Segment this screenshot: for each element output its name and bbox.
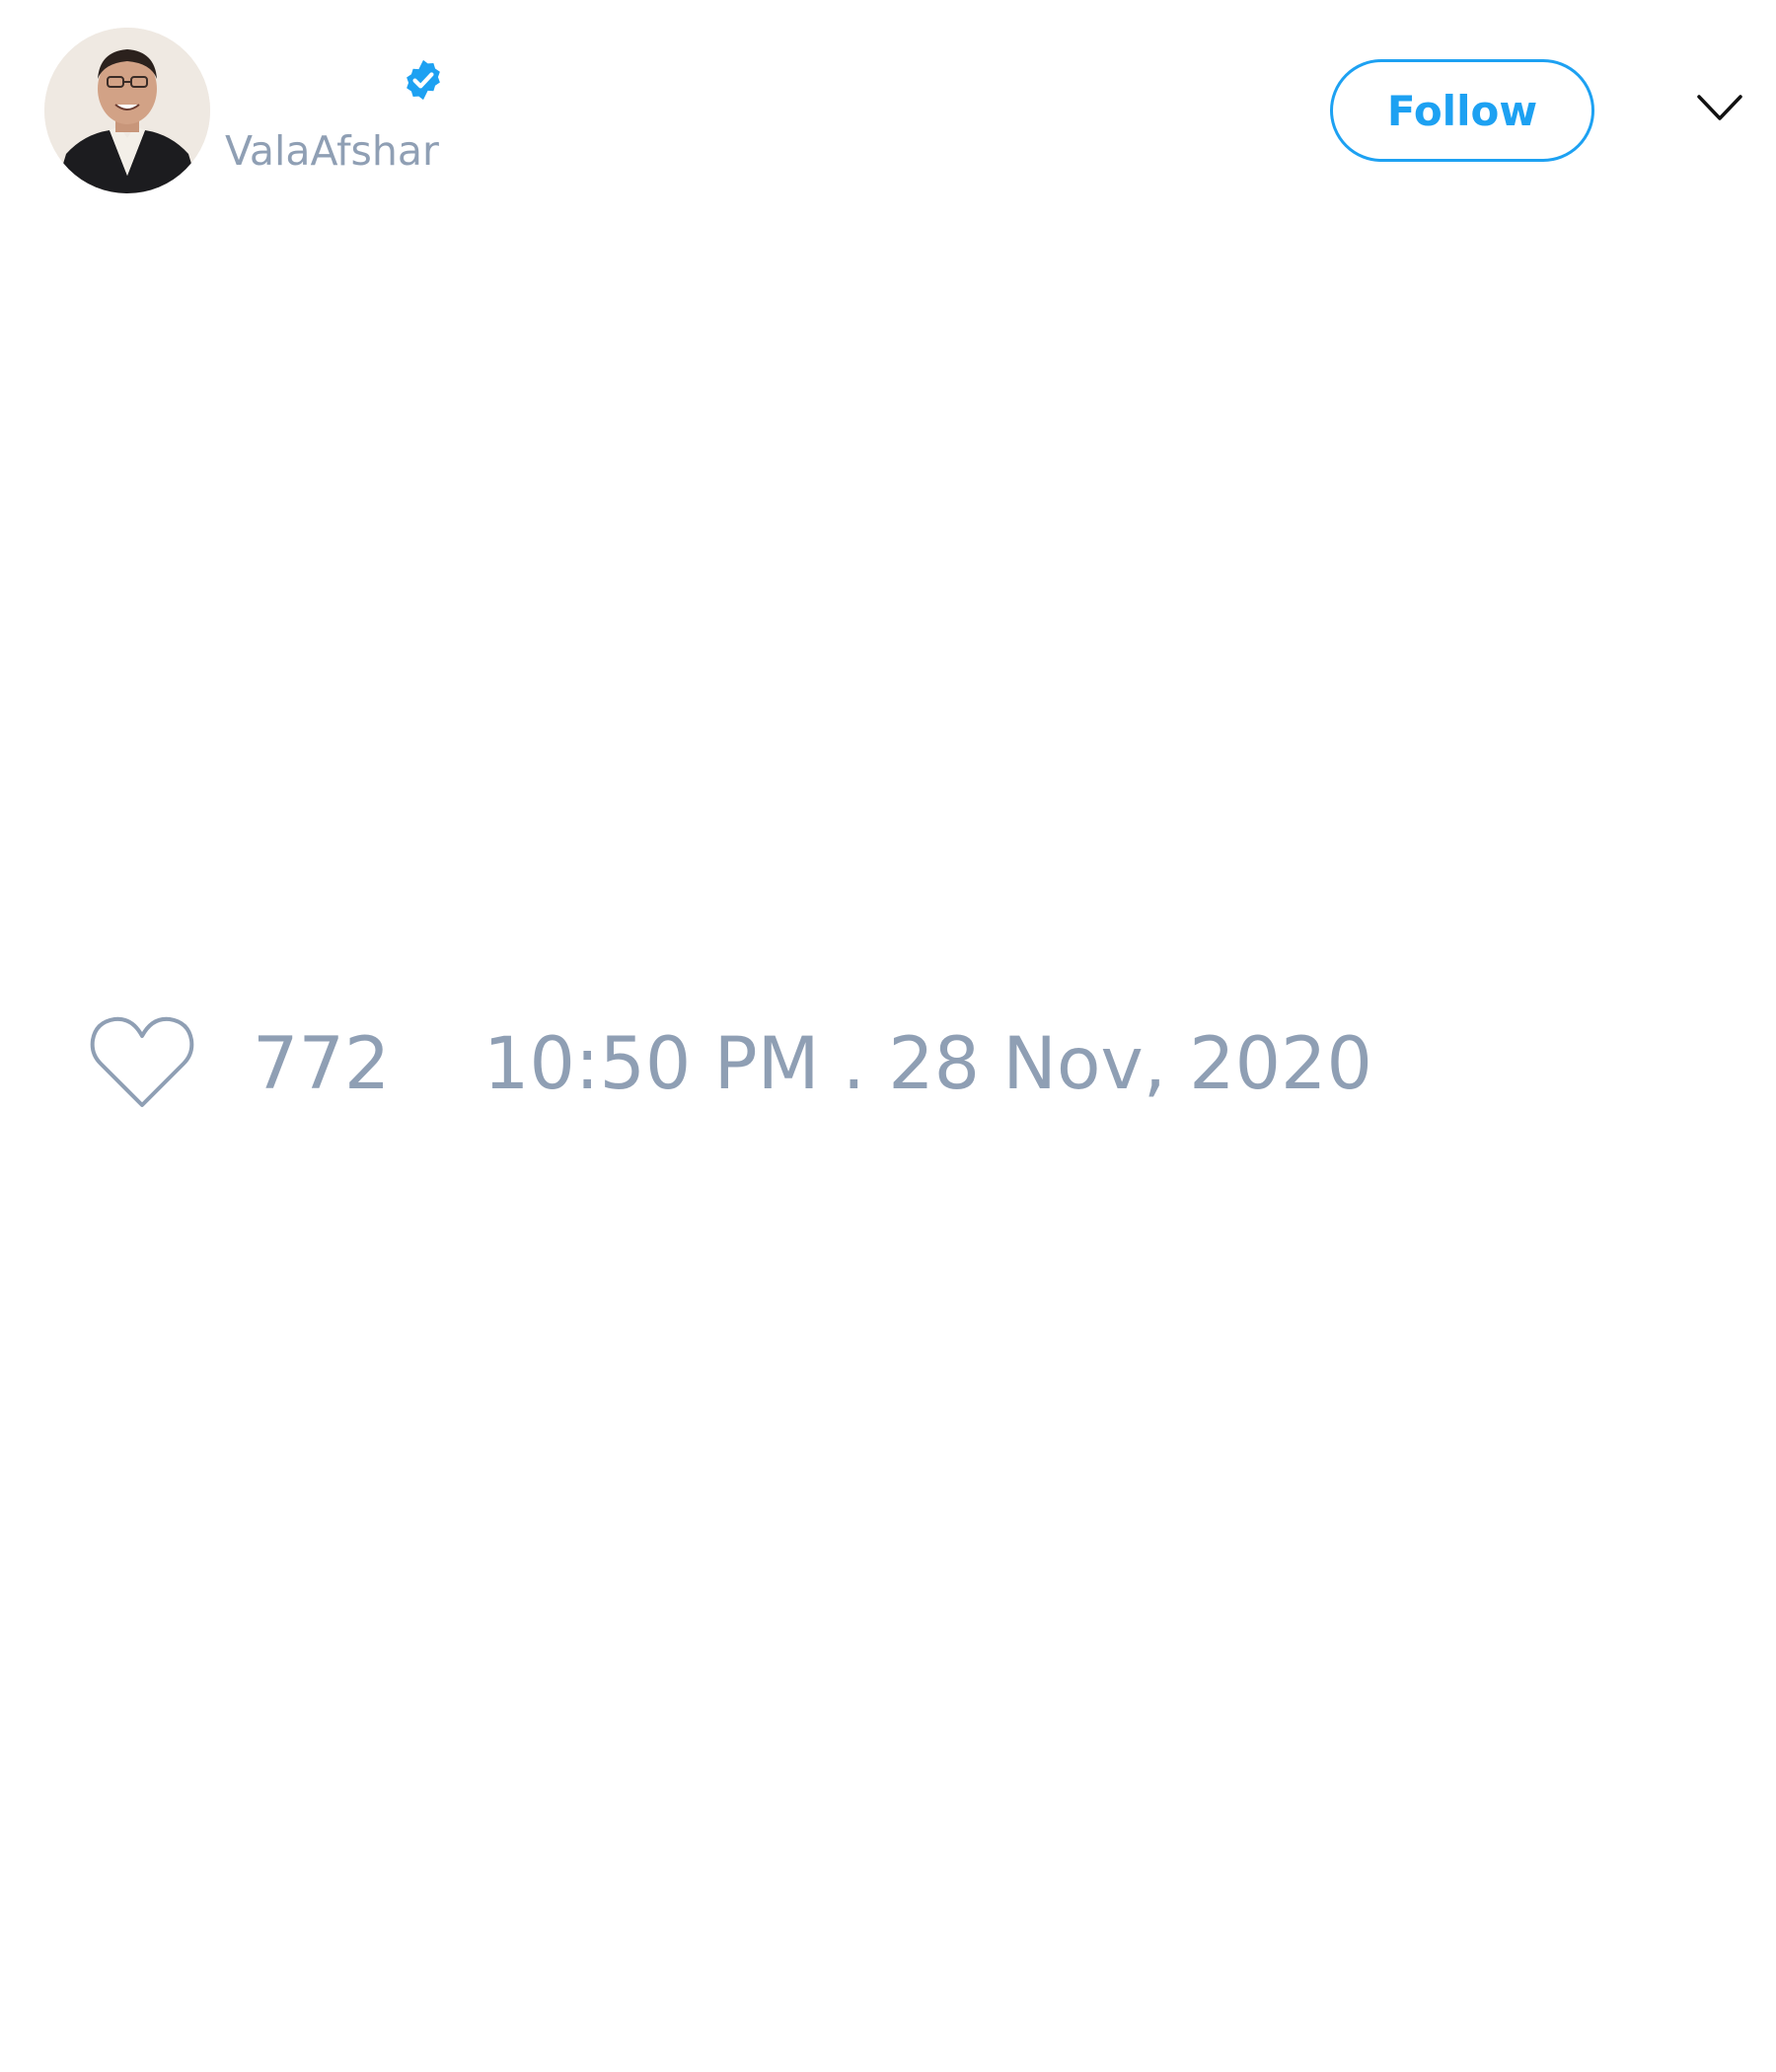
- author-handle[interactable]: ValaAfshar: [225, 126, 439, 176]
- heart-icon[interactable]: [89, 1014, 195, 1111]
- like-count: 772: [253, 1022, 391, 1106]
- avatar[interactable]: [44, 28, 210, 193]
- tweet-header: ValaAfshar Follow: [0, 0, 1776, 207]
- follow-button[interactable]: Follow: [1330, 59, 1594, 162]
- tweet-stats: 772 10:50 PM . 28 Nov, 2020: [0, 1006, 1776, 1135]
- avatar-image: [44, 28, 210, 193]
- tweet-timestamp[interactable]: 10:50 PM . 28 Nov, 2020: [483, 1020, 1372, 1109]
- verified-badge-icon: [407, 59, 440, 101]
- chevron-down-icon[interactable]: [1695, 91, 1744, 124]
